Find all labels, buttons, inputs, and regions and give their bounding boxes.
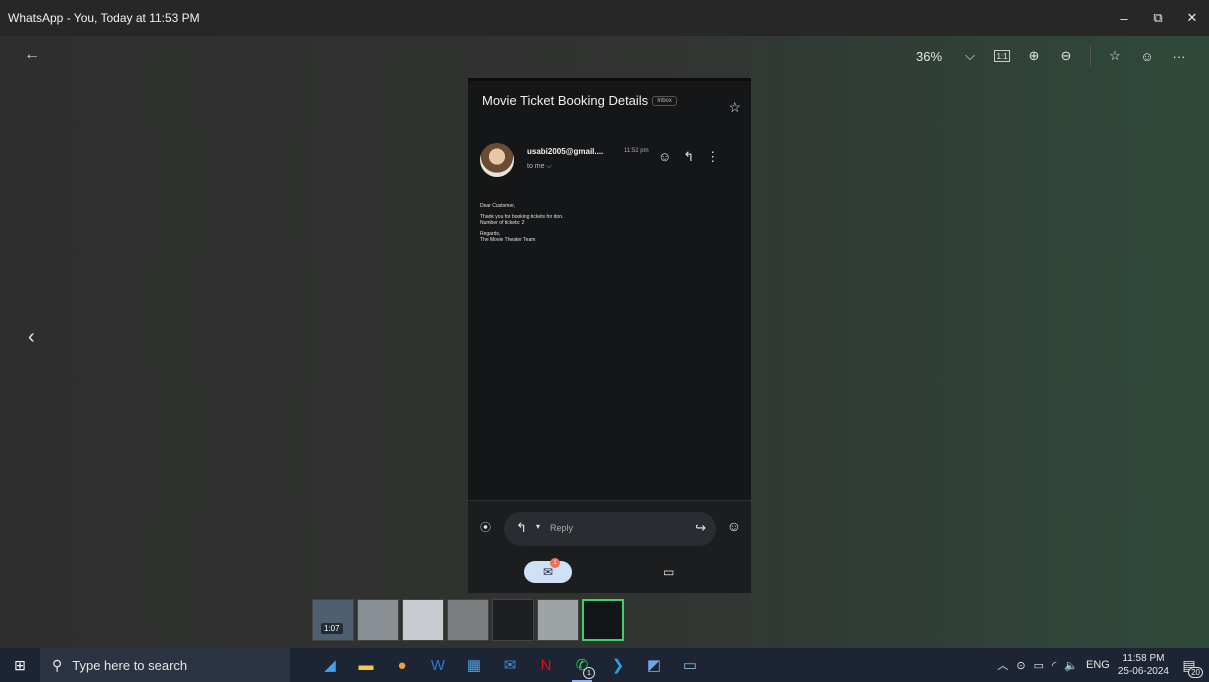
store-icon: ▦ <box>466 657 482 674</box>
mysql-icon: ▭ <box>682 657 698 674</box>
image-viewer: ← 36% ⌵ 1:1 ⊕ ⊖ ☆ ☺ ··· ‹ Movie Ticket B… <box>0 36 1209 648</box>
mail-tab: ✉ <box>524 561 572 583</box>
attach-icon: ⦿ <box>480 522 491 534</box>
taskbar: ⊞ ⚲ Type here to search ◢ ▬ ● W ▦ ✉ N ✆ 1 ❯ ◩ ▭ ︿ ⊙… <box>0 648 1209 682</box>
screenshot-image: Movie Ticket Booking Details Inbox ☆ usa… <box>468 78 751 593</box>
taskbar-app-whatsapp[interactable]: ✆ 1 <box>564 648 600 682</box>
chrome-icon: ● <box>397 656 407 674</box>
inbox-label: Inbox <box>652 95 677 106</box>
taskbar-app-mysql[interactable]: ▭ <box>672 648 708 682</box>
recipient-label: to me ⌵ <box>527 163 552 170</box>
email-subject: Movie Ticket Booking Details <box>482 93 649 108</box>
clock-date: 25-06-2024 <box>1117 666 1169 677</box>
email-star-icon: ☆ <box>728 99 741 115</box>
more-icon[interactable]: ··· <box>1165 44 1193 68</box>
body-greeting: Dear Customer, <box>480 203 516 209</box>
notification-count: 20 <box>1188 667 1203 678</box>
reply-arrow-icon: ↰ <box>516 520 527 535</box>
window-controls: – ⧉ ✕ <box>1107 0 1209 36</box>
thumbnail[interactable] <box>357 599 399 641</box>
sender-avatar <box>480 143 514 177</box>
body-signature: The Movie Theater Team <box>480 237 536 243</box>
reply-bar: ↰ ▾ Reply ↪ <box>504 512 716 546</box>
search-placeholder: Type here to search <box>72 657 188 673</box>
minimize-button[interactable]: – <box>1107 0 1141 36</box>
windows-start-icon[interactable]: ⊞ <box>0 648 40 682</box>
thumbnail[interactable] <box>537 599 579 641</box>
taskbar-app-netflix[interactable]: N <box>528 648 564 682</box>
toolbar-divider <box>1090 46 1091 66</box>
snipping-tool-icon: ◩ <box>646 657 662 674</box>
close-button[interactable]: ✕ <box>1175 0 1209 36</box>
compose-area: ⦿ ↰ ▾ Reply ↪ ☺ ✉ 1 ▭ <box>468 500 751 593</box>
mail-badge: 1 <box>550 558 560 568</box>
battery-icon[interactable]: ▭ <box>1034 659 1044 672</box>
taskbar-app-vscode[interactable]: ❯ <box>600 648 636 682</box>
system-tray: ︿ ⊙ ▭ ◜ 🔈 ENG 11:58 PM 25-06-2024 ▤ 20 <box>997 648 1209 682</box>
more-vert-icon: ⋮ <box>706 149 720 164</box>
email-subject-row: Movie Ticket Booking Details Inbox <box>482 93 677 108</box>
vscode-icon: ❯ <box>611 657 625 674</box>
netflix-icon: N <box>540 656 552 674</box>
thumbnail[interactable] <box>492 599 534 641</box>
taskbar-app-chrome[interactable]: ● <box>384 648 420 682</box>
email-time: 11:52 pm <box>624 148 649 154</box>
tray-chevron-icon[interactable]: ︿ <box>997 657 1008 673</box>
search-icon: ⚲ <box>52 656 63 673</box>
bottom-tab-bar: ✉ 1 ▭ <box>468 557 751 593</box>
compose-emoji-icon: ☺ <box>726 518 741 534</box>
wifi-icon[interactable]: ◜ <box>1052 659 1056 672</box>
reply-label: Reply <box>550 523 574 533</box>
thumbnail[interactable]: 1:07 <box>312 599 354 641</box>
pinned-apps: ◢ ▬ ● W ▦ ✉ N ✆ 1 ❯ ◩ ▭ <box>312 648 708 682</box>
filmstrip: 1:07 <box>312 599 624 641</box>
app-1-icon: ◢ <box>324 657 336 674</box>
taskbar-app-word[interactable]: W <box>420 648 456 682</box>
video-duration: 1:07 <box>321 623 343 634</box>
mail-icon: ✉ <box>503 657 517 674</box>
thumbnail-selected[interactable] <box>582 599 624 641</box>
taskbar-app-file-explorer[interactable]: ▬ <box>348 648 384 682</box>
actual-size-icon[interactable]: 1:1 <box>994 50 1010 62</box>
chevron-down-icon: ▾ <box>536 522 541 531</box>
meet-icon: ▭ <box>663 565 675 579</box>
emoji-icon[interactable]: ☺ <box>1133 44 1161 68</box>
email-actions: ☺ ↰ ⋮ <box>658 149 719 165</box>
taskbar-app-mail[interactable]: ✉ <box>492 648 528 682</box>
file-explorer-icon: ▬ <box>358 656 374 674</box>
body-line: Number of tickets: 2 <box>480 220 525 226</box>
forward-icon: ↪ <box>695 520 706 535</box>
emoji-react-icon: ☺ <box>658 149 672 164</box>
whatsapp-badge: 1 <box>583 667 595 679</box>
email-body: Dear Customer, Thank you for booking tic… <box>480 203 563 243</box>
thumbnail[interactable] <box>402 599 444 641</box>
volume-icon[interactable]: 🔈 <box>1064 659 1078 672</box>
viewer-tools: 36% ⌵ 1:1 ⊕ ⊖ ☆ ☺ ··· <box>916 44 1193 68</box>
viewer-toolbar: ← 36% ⌵ 1:1 ⊕ ⊖ ☆ ☺ ··· <box>0 36 1209 76</box>
word-icon: W <box>430 656 446 674</box>
clock[interactable]: 11:58 PM 25-06-2024 <box>1118 652 1169 678</box>
previous-image-icon[interactable]: ‹ <box>28 326 35 349</box>
language-indicator[interactable]: ENG <box>1086 659 1110 671</box>
restore-button[interactable]: ⧉ <box>1141 0 1175 36</box>
notifications-button[interactable]: ▤ 20 <box>1177 653 1203 678</box>
window-title: WhatsApp - You, Today at 11:53 PM <box>8 11 200 25</box>
zoom-dropdown-icon[interactable]: ⌵ <box>956 44 984 68</box>
thumbnail[interactable] <box>447 599 489 641</box>
meet-now-icon[interactable]: ⊙ <box>1016 659 1025 672</box>
taskbar-app-store[interactable]: ▦ <box>456 648 492 682</box>
zoom-level[interactable]: 36% <box>916 49 952 64</box>
taskbar-app-snipping-tool[interactable]: ◩ <box>636 648 672 682</box>
reply-icon: ↰ <box>683 149 695 164</box>
sender-address: usabi2005@gmail.... <box>527 147 604 156</box>
taskbar-app-app-1[interactable]: ◢ <box>312 648 348 682</box>
taskbar-search[interactable]: ⚲ Type here to search <box>40 648 290 682</box>
title-bar: WhatsApp - You, Today at 11:53 PM – ⧉ ✕ <box>0 0 1209 36</box>
zoom-out-icon[interactable]: ⊖ <box>1052 44 1080 68</box>
zoom-in-icon[interactable]: ⊕ <box>1020 44 1048 68</box>
back-arrow-icon[interactable]: ← <box>24 46 40 64</box>
clock-time: 11:58 PM <box>1122 653 1165 664</box>
star-icon[interactable]: ☆ <box>1101 44 1129 68</box>
